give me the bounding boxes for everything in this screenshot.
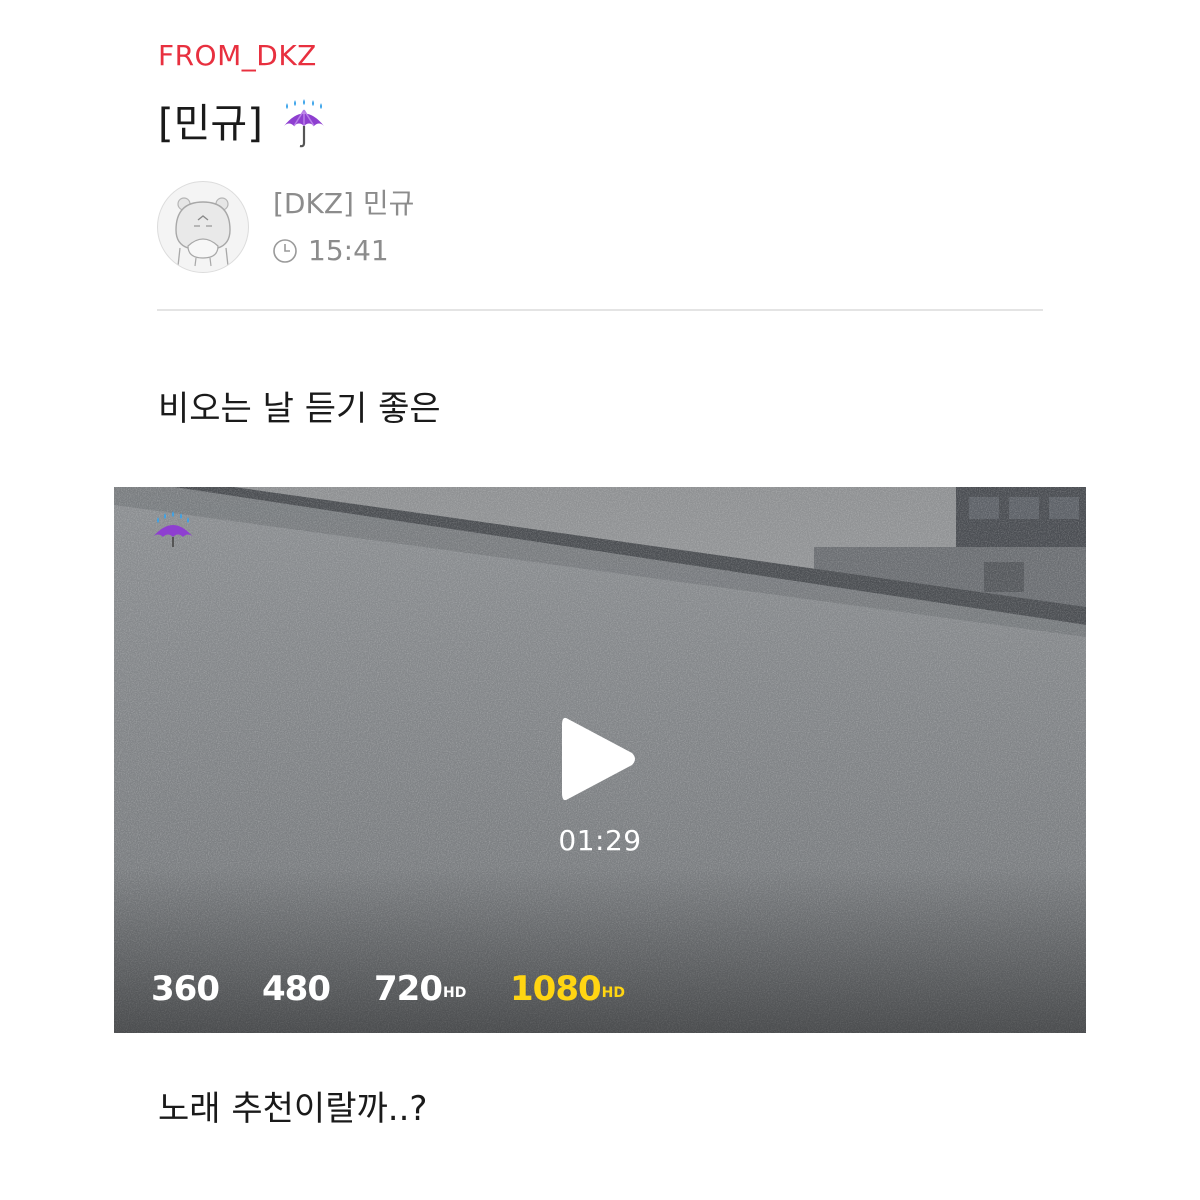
author-avatar[interactable]	[157, 181, 249, 273]
hd-badge: HD	[442, 985, 467, 1001]
umbrella-rain-icon	[283, 99, 324, 148]
post-time: 15:41	[272, 233, 389, 269]
post-title-text: [민규]	[158, 101, 263, 147]
header-divider	[157, 309, 1043, 311]
video-duration: 01:29	[558, 824, 642, 857]
play-icon[interactable]	[560, 713, 640, 805]
quality-720-button[interactable]: 720HD	[374, 969, 466, 1009]
quality-360-button[interactable]: 360	[151, 969, 220, 1009]
author-name[interactable]: [DKZ] 민규	[273, 186, 414, 222]
avatar-character-icon	[175, 197, 231, 267]
umbrella-rain-overlay-icon	[153, 511, 193, 547]
body-paragraph: 노래 추천이랄까..?	[158, 1089, 428, 1129]
post-time-text: 15:41	[308, 234, 389, 267]
clock-icon	[273, 239, 297, 263]
post-title: [민규]	[158, 96, 329, 152]
quality-480-button[interactable]: 480	[262, 969, 331, 1009]
hd-badge: HD	[601, 985, 625, 1001]
board-label[interactable]: FROM_DKZ	[158, 38, 317, 74]
body-paragraph: 비오는 날 듣기 좋은	[158, 389, 441, 429]
quality-1080-button[interactable]: 1080HD	[510, 969, 625, 1009]
video-player[interactable]: 01:29 360 480 720HD 1080HD	[114, 487, 1086, 1033]
